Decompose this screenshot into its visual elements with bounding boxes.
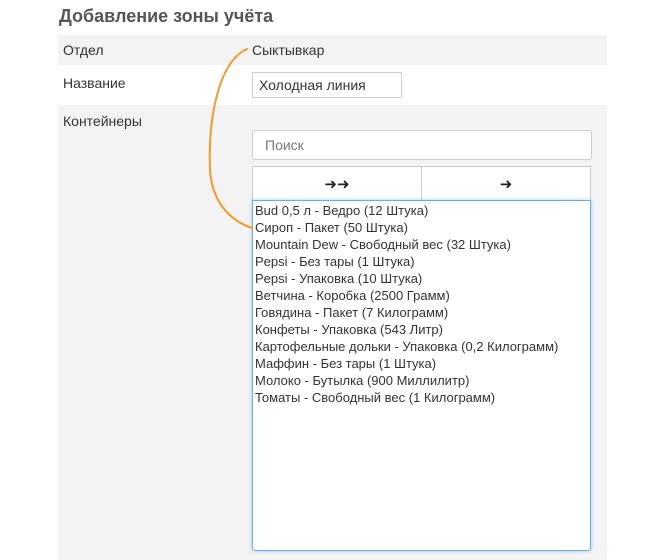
list-item[interactable]: Картофельные дольки - Упаковка (0,2 Кило…	[255, 338, 588, 355]
list-item[interactable]: Маффин - Без тары (1 Штука)	[255, 355, 588, 372]
department-value: Сыктывкар	[252, 42, 325, 58]
department-row: Отдел Сыктывкар	[58, 35, 607, 65]
list-item[interactable]: Pepsi - Упаковка (10 Штука)	[255, 270, 588, 287]
name-row: Название Холодная линия	[58, 65, 607, 105]
move-all-button[interactable]: ➜➜	[253, 167, 421, 200]
arrow-right-icon: ➜	[499, 175, 513, 193]
list-item[interactable]: Молоко - Бутылка (900 Миллилитр)	[255, 372, 588, 389]
list-item[interactable]: Ветчина - Коробка (2500 Грамм)	[255, 287, 588, 304]
list-item[interactable]: Сироп - Пакет (50 Штука)	[255, 219, 588, 236]
department-label: Отдел	[63, 42, 104, 58]
list-item[interactable]: Mountain Dew - Свободный вес (32 Штука)	[255, 236, 588, 253]
list-item[interactable]: Томаты - Свободный вес (1 Килограмм)	[255, 389, 588, 406]
double-arrow-right-icon: ➜➜	[324, 175, 350, 193]
move-buttons: ➜➜ ➜	[252, 166, 591, 200]
page-title: Добавление зоны учёта	[59, 6, 274, 26]
list-item[interactable]: Конфеты - Упаковка (543 Литр)	[255, 321, 588, 338]
list-item[interactable]: Bud 0,5 л - Ведро (12 Штука)	[255, 202, 588, 219]
name-label: Название	[63, 75, 126, 91]
name-input[interactable]: Холодная линия	[252, 72, 402, 98]
move-selected-button[interactable]: ➜	[421, 167, 590, 200]
list-item[interactable]: Pepsi - Без тары (1 Штука)	[255, 253, 588, 270]
search-input[interactable]	[252, 130, 592, 160]
containers-listbox[interactable]: Bud 0,5 л - Ведро (12 Штука) Сироп - Паке…	[252, 200, 591, 551]
list-item[interactable]: Говядина - Пакет (7 Килограмм)	[255, 304, 588, 321]
containers-row: Контейнеры ➜➜ ➜ Bud 0,5 л - Ведро (12 Шт…	[58, 105, 607, 560]
containers-label: Контейнеры	[63, 113, 142, 129]
